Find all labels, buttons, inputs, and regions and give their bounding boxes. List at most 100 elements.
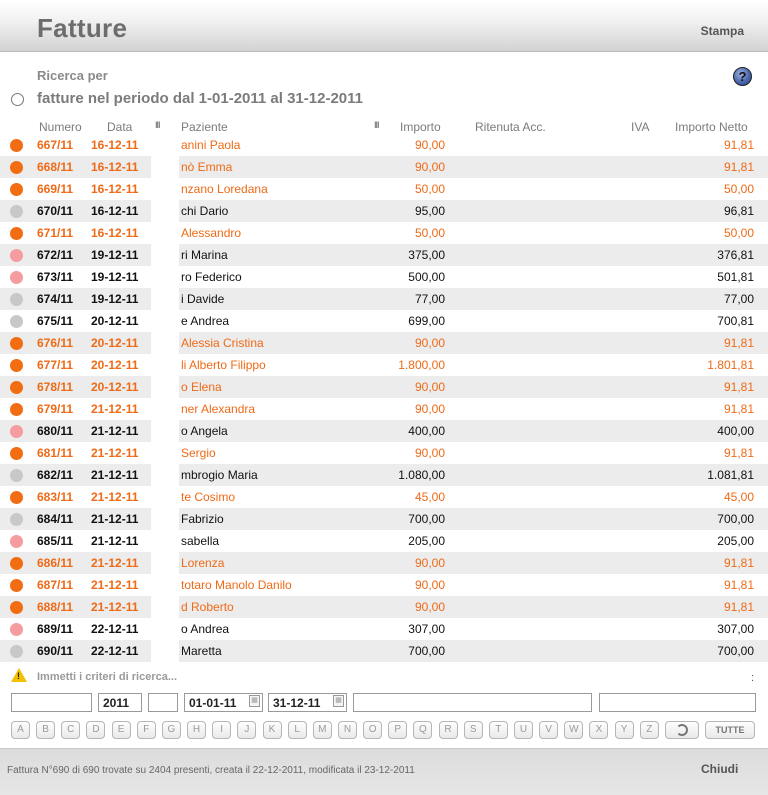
table-row[interactable]: 677/11 20-12-11 li Alberto Filippo 1.800,00… (0, 354, 768, 376)
amount: 1.080,00 (398, 468, 445, 482)
table-row[interactable]: 672/11 19-12-11 ri Marina 375,00 376,81 (0, 244, 768, 266)
table-row[interactable]: 682/11 21-12-11 mbrogio Maria 1.080,00 1.081… (0, 464, 768, 486)
table-row[interactable]: 686/11 21-12-11 Lorenza 90,00 91,81 (0, 552, 768, 574)
letter-button-g[interactable]: G (161, 721, 181, 739)
status-dot-icon (10, 447, 23, 460)
table-row[interactable]: 690/11 22-12-11 Maretta 700,00 700,00 (0, 640, 768, 662)
table-row[interactable]: 674/11 19-12-11 i Davide 77,00 77,00 (0, 288, 768, 310)
letter-button-p[interactable]: P (388, 721, 408, 739)
table-row[interactable]: 684/11 21-12-11 Fabrizio 700,00 700,00 (0, 508, 768, 530)
letter-button-x[interactable]: X (589, 721, 609, 739)
letter-button-d[interactable]: D (86, 721, 106, 739)
net-amount: 376,81 (717, 248, 754, 262)
letter-button-m[interactable]: M (312, 721, 332, 739)
net-amount: 91,81 (723, 138, 754, 152)
column-grip-icon[interactable]: III (155, 120, 160, 130)
col-header-data[interactable]: Data (107, 120, 132, 134)
letter-button-f[interactable]: F (136, 721, 156, 739)
filter-field[interactable] (148, 693, 178, 712)
table-row[interactable]: 671/11 16-12-11 Alessandro 50,00 50,00 (0, 222, 768, 244)
table-row[interactable]: 680/11 21-12-11 o Angela 400,00 400,00 (0, 420, 768, 442)
filter-field[interactable] (599, 693, 756, 712)
invoice-number: 680/11 (37, 424, 74, 438)
col-header-paziente[interactable]: Paziente (181, 120, 228, 134)
calendar-icon[interactable]: ▦ (333, 695, 344, 707)
table-row[interactable]: 667/11 16-12-11 anini Paola 90,00 91,81 (0, 134, 768, 156)
letter-button-l[interactable]: L (287, 721, 307, 739)
amount: 699,00 (408, 314, 445, 328)
invoice-number: 671/11 (37, 226, 74, 240)
letter-button-t[interactable]: T (488, 721, 508, 739)
letter-button-q[interactable]: Q (413, 721, 433, 739)
col-header-iva[interactable]: IVA (631, 120, 649, 134)
letter-button-k[interactable]: K (262, 721, 282, 739)
invoice-number: 674/11 (37, 292, 74, 306)
all-button[interactable]: TUTTE (705, 721, 755, 739)
invoice-date: 21-12-11 (91, 534, 139, 548)
period-radio[interactable] (11, 93, 24, 106)
status-dot-icon (10, 315, 23, 328)
table-row[interactable]: 669/11 16-12-11 nzano Loredana 50,00 50,00 (0, 178, 768, 200)
letter-button-e[interactable]: E (111, 721, 131, 739)
letter-button-o[interactable]: O (363, 721, 383, 739)
letter-button-a[interactable]: A (11, 721, 30, 739)
col-header-importo[interactable]: Importo (400, 120, 441, 134)
table-row[interactable]: 685/11 21-12-11 sabella 205,00 205,00 (0, 530, 768, 552)
table-row[interactable]: 679/11 21-12-11 ner Alexandra 90,00 91,81 (0, 398, 768, 420)
invoice-date: 20-12-11 (91, 336, 139, 350)
column-grip-icon[interactable]: III (374, 120, 379, 130)
help-icon[interactable]: ? (733, 67, 752, 86)
invoice-date: 21-12-11 (91, 578, 139, 592)
close-button[interactable]: Chiudi (701, 762, 738, 776)
patient-filter-field[interactable] (353, 693, 592, 712)
patient-name: Sergio (181, 446, 216, 460)
invoice-list: 667/11 16-12-11 anini Paola 90,00 91,81 668/1… (0, 134, 768, 662)
net-amount: 91,81 (723, 556, 754, 570)
warning-text: Immetti i criteri di ricerca... (37, 671, 178, 683)
letter-button-s[interactable]: S (463, 721, 483, 739)
status-dot-icon (10, 491, 23, 504)
letter-button-w[interactable]: W (564, 721, 584, 739)
letter-button-u[interactable]: U (514, 721, 533, 739)
invoice-date: 21-12-11 (91, 490, 139, 504)
year-field[interactable]: 2011 (98, 693, 142, 712)
table-row[interactable]: 687/11 21-12-11 totaro Manolo Danilo 90,00 9… (0, 574, 768, 596)
col-header-numero[interactable]: Numero (39, 120, 82, 134)
letter-button-h[interactable]: H (187, 721, 207, 739)
letter-button-v[interactable]: V (539, 721, 559, 739)
letter-button-r[interactable]: R (438, 721, 458, 739)
amount: 400,00 (408, 424, 445, 438)
letter-button-n[interactable]: N (337, 721, 357, 739)
invoice-number: 676/11 (37, 336, 74, 350)
invoice-number: 678/11 (37, 380, 74, 394)
col-header-ritenuta[interactable]: Ritenuta Acc. (475, 120, 546, 134)
invoice-date: 21-12-11 (91, 600, 139, 614)
patient-name: mbrogio Maria (181, 468, 258, 482)
table-row[interactable]: 673/11 19-12-11 ro Federico 500,00 501,81 (0, 266, 768, 288)
calendar-icon[interactable]: ▦ (249, 695, 260, 707)
table-row[interactable]: 678/11 20-12-11 o Elena 90,00 91,81 (0, 376, 768, 398)
print-button[interactable]: Stampa (701, 24, 744, 38)
letter-button-z[interactable]: Z (639, 721, 659, 739)
table-row[interactable]: 681/11 21-12-11 Sergio 90,00 91,81 (0, 442, 768, 464)
invoice-date: 20-12-11 (91, 314, 139, 328)
status-dot-icon (10, 183, 23, 196)
letter-button-c[interactable]: C (61, 721, 81, 739)
table-row[interactable]: 670/11 16-12-11 chi Dario 95,00 96,81 (0, 200, 768, 222)
reset-button[interactable] (665, 721, 699, 739)
invoice-date: 20-12-11 (91, 380, 139, 394)
table-row[interactable]: 688/11 21-12-11 d Roberto 90,00 91,81 (0, 596, 768, 618)
number-filter-field[interactable] (11, 693, 92, 712)
table-row[interactable]: 676/11 20-12-11 Alessia Cristina 90,00 91,81 (0, 332, 768, 354)
letter-button-b[interactable]: B (36, 721, 56, 739)
letter-button-i[interactable]: I (212, 721, 232, 739)
invoice-number: 670/11 (37, 204, 74, 218)
table-row[interactable]: 683/11 21-12-11 te Cosimo 45,00 45,00 (0, 486, 768, 508)
table-row[interactable]: 668/11 16-12-11 nò Emma 90,00 91,81 (0, 156, 768, 178)
table-row[interactable]: 689/11 22-12-11 o Andrea 307,00 307,00 (0, 618, 768, 640)
patient-name: ner Alexandra (181, 402, 256, 416)
table-row[interactable]: 675/11 20-12-11 e Andrea 699,00 700,81 (0, 310, 768, 332)
letter-button-y[interactable]: Y (614, 721, 634, 739)
letter-button-j[interactable]: J (237, 721, 257, 739)
col-header-netto[interactable]: Importo Netto (675, 120, 748, 134)
